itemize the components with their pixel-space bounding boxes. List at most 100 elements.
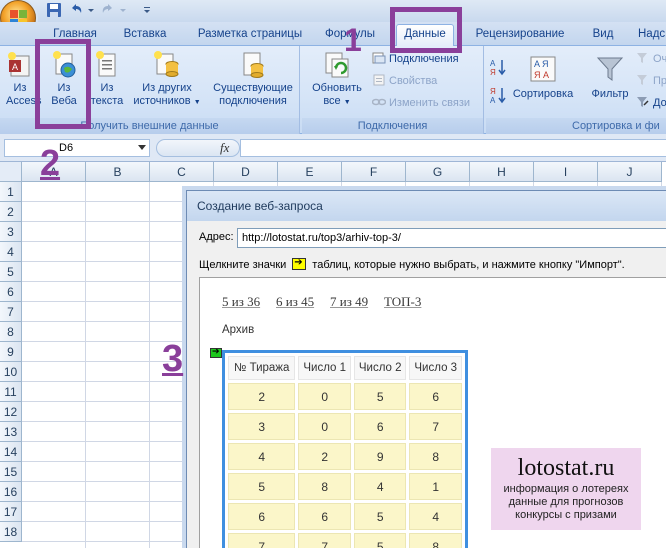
edit-links-label: Изменить связи (389, 97, 471, 109)
tab-view[interactable]: Вид (588, 25, 618, 45)
table-cell: 4 (409, 503, 462, 530)
column-header-c[interactable]: C (150, 162, 214, 182)
row-header-7[interactable]: 7 (0, 302, 22, 322)
row-header-5[interactable]: 5 (0, 262, 22, 282)
properties-label: Свойства (389, 75, 438, 87)
title-bar (0, 0, 666, 22)
svg-text:Я: Я (490, 87, 496, 96)
formula-input[interactable] (240, 139, 666, 157)
row-header-12[interactable]: 12 (0, 402, 22, 422)
from-other-sources-button[interactable]: Из других источников ▼ (132, 50, 202, 109)
from-other-label-2: источников ▼ (133, 95, 201, 107)
reapply-filter-icon (636, 74, 650, 86)
row-header-17[interactable]: 17 (0, 502, 22, 522)
table-cell: 8 (409, 533, 462, 548)
column-header-j[interactable]: J (598, 162, 662, 182)
sort-az-icon: AЯ (490, 58, 506, 77)
select-all-corner[interactable] (0, 162, 22, 182)
row-header-14[interactable]: 14 (0, 442, 22, 462)
sort-button[interactable]: A ЯЯ A Сортировка (510, 54, 576, 101)
row-header-10[interactable]: 10 (0, 362, 22, 382)
from-text-button[interactable]: Из текста (86, 50, 128, 108)
link-7-of-49[interactable]: 7 из 49 (330, 294, 368, 310)
table-cell: 8 (298, 473, 351, 500)
table-cell: 0 (298, 383, 351, 410)
table-header-cell: Число 2 (353, 356, 407, 380)
table-select-arrow-icon (292, 257, 307, 270)
table-select-marker-icon[interactable] (210, 346, 222, 358)
tab-addins[interactable]: Надс (638, 25, 666, 45)
tab-insert[interactable]: Вставка (118, 25, 172, 45)
row-header-11[interactable]: 11 (0, 382, 22, 402)
table-header-cell: № Тиража (228, 356, 296, 380)
row-header-16[interactable]: 16 (0, 482, 22, 502)
address-input[interactable]: http://lotostat.ru/top3/arhiv-top-3/ (237, 228, 666, 248)
row-header-3[interactable]: 3 (0, 222, 22, 242)
table-cell: 7 (409, 413, 462, 440)
row-header-4[interactable]: 4 (0, 242, 22, 262)
link-top-3[interactable]: ТОП-3 (384, 294, 421, 310)
save-icon[interactable] (46, 2, 62, 18)
svg-text:Я A: Я A (534, 70, 549, 80)
redo-dropdown-icon[interactable] (118, 2, 134, 18)
table-cell: 2 (298, 443, 351, 470)
insert-function-button[interactable]: fx (220, 140, 229, 156)
refresh-all-label-1: Обновить (312, 82, 362, 94)
sort-za-button[interactable]: ЯA (490, 86, 509, 105)
reapply-filter-button[interactable]: Пр (636, 72, 666, 90)
lotostat-watermark: lotostat.ru информация о лотереях данные… (491, 448, 641, 530)
filter-button[interactable]: Фильтр (586, 54, 634, 101)
draw-results-table: № Тиража Число 1 Число 2 Число 3 2056306742… (225, 353, 465, 548)
row-header-8[interactable]: 8 (0, 322, 22, 342)
table-cell: 5 (353, 503, 407, 530)
name-box-dropdown-icon[interactable] (138, 145, 146, 150)
table-row: 4298 (228, 443, 462, 470)
table-cell: 6 (353, 413, 407, 440)
svg-text:A: A (12, 62, 18, 72)
undo-icon[interactable] (68, 2, 84, 18)
advanced-filter-button[interactable]: До (636, 94, 666, 112)
table-cell: 0 (298, 413, 351, 440)
column-header-h[interactable]: H (470, 162, 534, 182)
column-header-e[interactable]: E (278, 162, 342, 182)
redo-icon[interactable] (100, 2, 116, 18)
column-header-g[interactable]: G (406, 162, 470, 182)
properties-button[interactable]: Свойства (372, 72, 437, 90)
from-other-label-1: Из других (142, 82, 192, 94)
name-box[interactable]: D6 (4, 139, 150, 157)
row-header-2[interactable]: 2 (0, 202, 22, 222)
annotation-box-from-web (35, 39, 91, 129)
tab-page-layout[interactable]: Разметка страницы (190, 25, 310, 45)
row-header-13[interactable]: 13 (0, 422, 22, 442)
clear-filter-icon (636, 52, 650, 64)
row-header-1[interactable]: 1 (0, 182, 22, 202)
clear-filter-button[interactable]: Оч (636, 50, 666, 68)
sort-az-button[interactable]: AЯ (490, 58, 509, 77)
row-header-9[interactable]: 9 (0, 342, 22, 362)
table-cell: 5 (353, 383, 407, 410)
row-header-18[interactable]: 18 (0, 522, 22, 542)
properties-icon (372, 74, 386, 86)
column-header-f[interactable]: F (342, 162, 406, 182)
sort-za-icon: ЯA (490, 86, 506, 105)
column-header-i[interactable]: I (534, 162, 598, 182)
column-header-b[interactable]: B (86, 162, 150, 182)
table-header-cell: Число 1 (298, 356, 351, 380)
row-header-6[interactable]: 6 (0, 282, 22, 302)
column-header-d[interactable]: D (214, 162, 278, 182)
group-sort-filter: AЯ ЯA A ЯЯ A Сортировка Фильтр Оч Пр До … (486, 46, 666, 134)
customize-qat-icon[interactable] (142, 2, 158, 18)
link-6-of-45[interactable]: 6 из 45 (276, 294, 314, 310)
from-access-button[interactable]: A Из Access (2, 50, 41, 108)
tab-review[interactable]: Рецензирование (470, 25, 570, 45)
existing-connections-label-2: подключения (219, 95, 287, 107)
svg-text:A: A (490, 59, 496, 68)
reapply-filter-label: Пр (653, 75, 666, 87)
row-header-15[interactable]: 15 (0, 462, 22, 482)
selectable-table[interactable]: № Тиража Число 1 Число 2 Число 3 2056306742… (222, 350, 468, 548)
edit-links-button[interactable]: Изменить связи (371, 94, 471, 112)
link-5-of-36[interactable]: 5 из 36 (222, 294, 260, 310)
group-connections-label: Подключения (302, 118, 483, 134)
group-sort-filter-label: Сортировка и фи (486, 118, 666, 134)
existing-connections-button[interactable]: Существующие подключения (208, 50, 298, 108)
